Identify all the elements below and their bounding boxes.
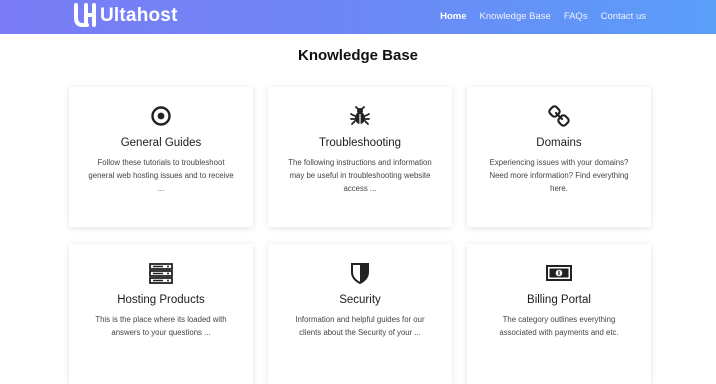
card-security[interactable]: Security Information and helpful guides … [268,244,452,384]
bug-icon [350,106,370,125]
card-description: Information and helpful guides for our c… [295,315,425,337]
card-title: Billing Portal [527,294,591,306]
card-domains[interactable]: Domains Experiencing issues with your do… [467,87,651,227]
card-description: The category outlines everything associa… [499,315,619,337]
card-description: The following instructions and informati… [288,158,432,193]
card-general-guides[interactable]: General Guides Follow these tutorials to… [69,87,253,227]
nav-knowledge-base[interactable]: Knowledge Base [480,11,551,22]
card-title: Hosting Products [117,294,205,306]
ultahost-logo-icon [74,3,96,27]
card-title: Security [339,294,381,306]
card-title: General Guides [120,137,202,149]
nav-contact-us[interactable]: Contact us [601,11,646,22]
card-title: Troubleshooting [318,137,402,149]
page-title: Knowledge Base [297,47,419,64]
card-title: Domains [536,137,582,149]
link-icon [548,105,570,127]
card-description: Follow these tutorials to troubleshoot g… [88,158,234,193]
card-description: This is the place where its loaded with … [95,315,227,337]
brand-name: Ultahost [100,5,178,26]
site-header: Ultahost Home Knowledge Base FAQs Contac… [0,0,716,34]
nav-home[interactable]: Home [440,11,466,22]
logo[interactable]: Ultahost [73,2,178,30]
card-troubleshooting[interactable]: Troubleshooting The following instructio… [268,87,452,227]
main-nav: Home Knowledge Base FAQs Contact us [440,11,646,22]
money-icon [546,265,572,281]
server-icon [149,263,173,284]
card-hosting-products[interactable]: Hosting Products This is the place where… [69,244,253,384]
shield-icon [351,263,369,284]
card-description: Experiencing issues with your domains? N… [489,158,629,193]
target-icon [151,106,171,126]
nav-faqs[interactable]: FAQs [564,11,588,22]
card-billing-portal[interactable]: Billing Portal The category outlines eve… [467,244,651,384]
